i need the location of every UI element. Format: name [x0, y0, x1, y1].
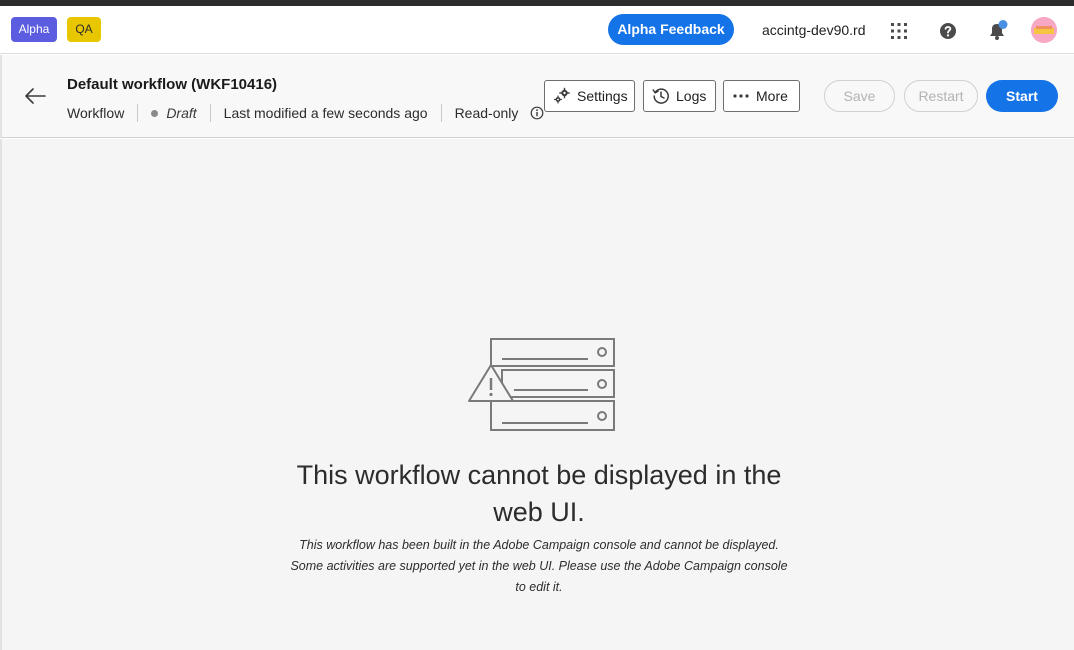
settings-button[interactable]: Settings — [544, 80, 635, 112]
read-only-label: Read-only — [454, 105, 519, 121]
divider — [440, 104, 442, 122]
bell-icon[interactable] — [986, 20, 1008, 42]
page-title: Default workflow (WKF10416) — [67, 76, 278, 93]
logs-label: Logs — [676, 88, 707, 104]
status-dot — [151, 109, 159, 117]
status-badge: Draft — [166, 105, 197, 121]
last-modified: Last modified a few seconds ago — [223, 105, 428, 121]
server-warning-icon — [468, 338, 615, 431]
empty-state-title: This workflow cannot be displayed in the… — [296, 460, 782, 527]
org-switcher[interactable]: accintg-dev90.rd — [762, 22, 866, 38]
settings-label: Settings — [577, 88, 628, 104]
back-arrow-icon[interactable] — [23, 85, 47, 107]
help-icon[interactable] — [938, 21, 958, 41]
alpha-badge: Alpha — [11, 17, 57, 42]
avatar-image — [1031, 17, 1057, 43]
divider — [137, 104, 139, 122]
avatar[interactable] — [1031, 17, 1057, 43]
restart-button[interactable]: Restart — [904, 80, 978, 112]
empty-state-description: This workflow has been built in the Adob… — [290, 538, 788, 594]
workflow-canvas: This workflow cannot be displayed in the… — [0, 139, 1074, 650]
logs-button[interactable]: Logs — [643, 80, 716, 112]
divider — [209, 104, 211, 122]
workflow-header: Default workflow (WKF10416) Workflow Dra… — [0, 55, 1074, 138]
workflow-meta: Workflow Draft Last modified a few secon… — [67, 103, 544, 123]
more-label: More — [756, 88, 788, 104]
shell-bar: Alpha QA Alpha Feedback accintg-dev90.rd — [0, 6, 1074, 54]
info-icon[interactable] — [530, 106, 544, 120]
history-icon — [652, 88, 669, 104]
qa-badge: QA — [67, 17, 101, 42]
alpha-feedback-button[interactable]: Alpha Feedback — [608, 14, 734, 45]
apps-icon[interactable] — [889, 21, 909, 41]
start-button[interactable]: Start — [986, 80, 1058, 112]
more-button[interactable]: More — [723, 80, 800, 112]
workflow-type: Workflow — [67, 105, 125, 121]
save-button[interactable]: Save — [824, 80, 895, 112]
gears-icon — [554, 87, 570, 104]
more-icon — [733, 94, 749, 98]
